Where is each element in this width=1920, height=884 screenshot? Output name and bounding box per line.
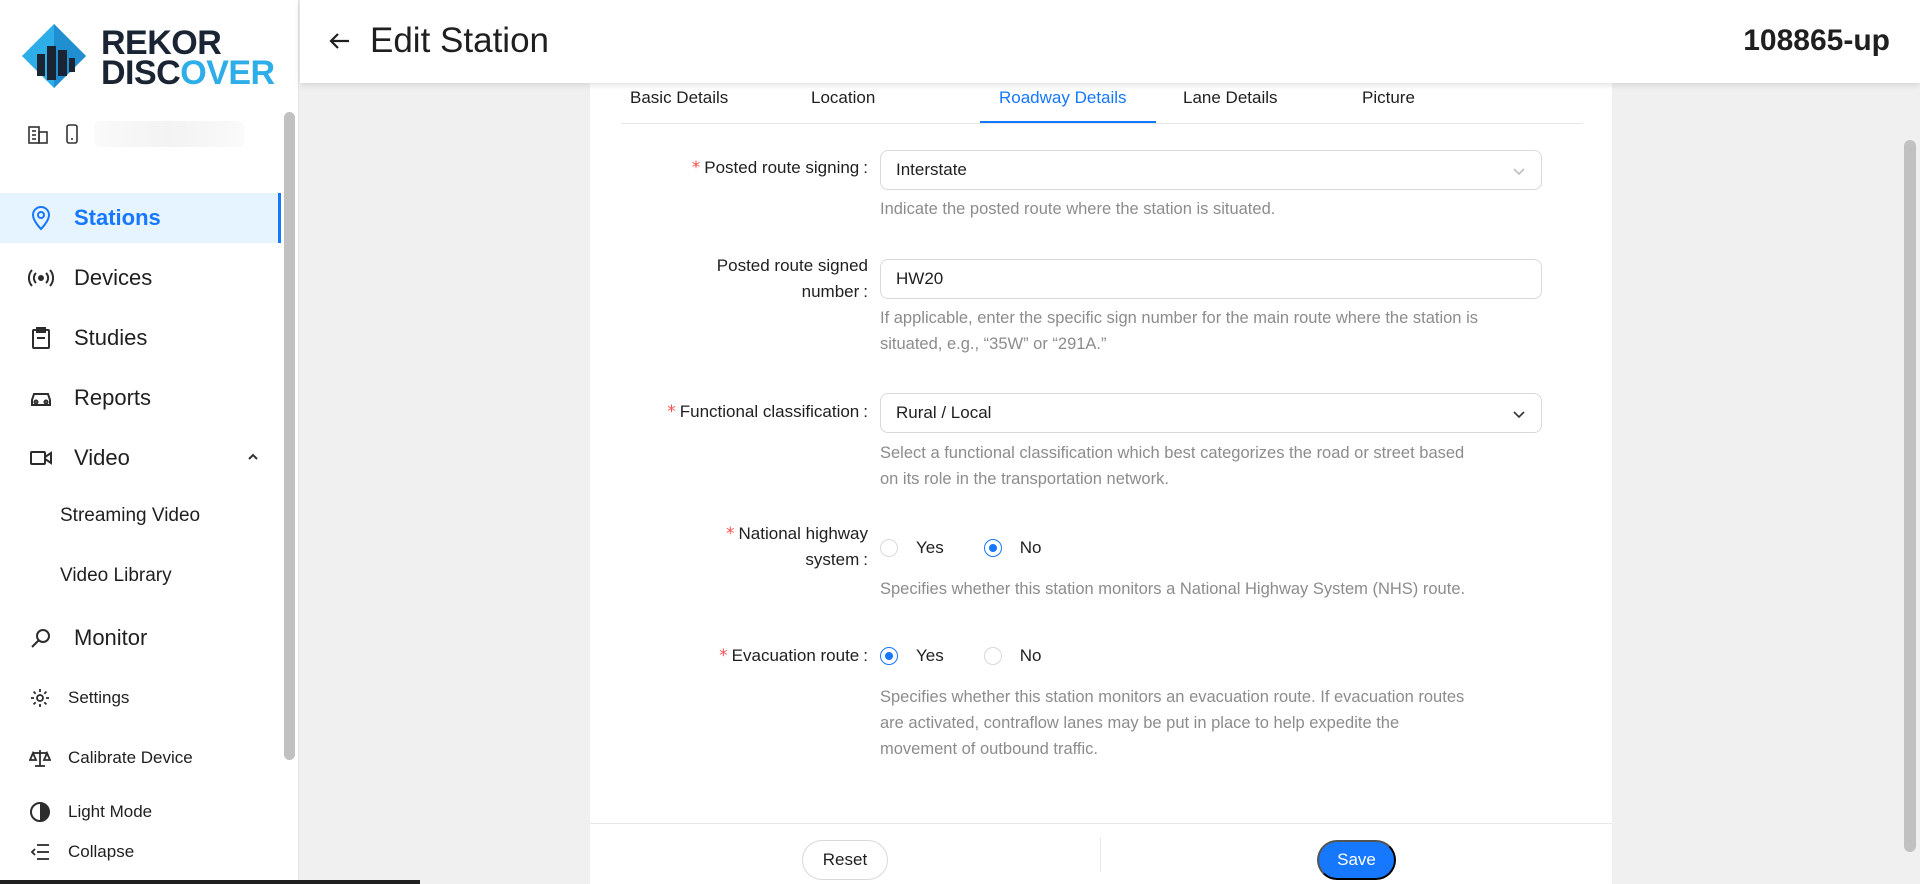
sidebar-item-label: Settings xyxy=(68,688,130,707)
tab-basic-details[interactable]: Basic Details xyxy=(630,88,728,108)
evacuation-route-help: Specifies whether this station monitors … xyxy=(880,688,1465,758)
tab-bar: Basic Details Location Roadway Details L… xyxy=(621,83,1583,124)
functional-classification-label: * Functional classification: xyxy=(667,402,868,422)
phone-icon xyxy=(60,122,84,146)
sidebar-item-settings[interactable]: Settings xyxy=(0,678,282,718)
sidebar-item-calibrate-device[interactable]: Calibrate Device xyxy=(0,738,282,778)
radio-circle xyxy=(983,647,1002,665)
rekor-discover-logo[interactable]: REKOR DISCOVER xyxy=(20,22,284,90)
required-marker: * xyxy=(719,646,728,666)
sidebar-item-label: Studies xyxy=(74,325,148,350)
page-header: Edit Station 108865-up xyxy=(300,0,1920,83)
clipboard-icon xyxy=(28,325,54,351)
station-id: 108865-up xyxy=(1743,24,1890,57)
posted-route-number-input[interactable]: HW20 xyxy=(880,259,1542,299)
brand-line2: DISCOVER xyxy=(101,54,275,92)
tab-lane-details[interactable]: Lane Details xyxy=(1183,88,1278,108)
evacuation-route-no-radio[interactable]: No xyxy=(983,646,1041,666)
national-highway-yes-radio[interactable]: Yes xyxy=(880,538,944,558)
tab-location[interactable]: Location xyxy=(811,88,875,108)
page-title: Edit Station xyxy=(370,21,549,60)
sidebar-item-label: Collapse xyxy=(68,842,135,861)
selected-value: Rural / Local xyxy=(896,403,992,422)
contrast-icon xyxy=(29,801,51,823)
selected-value: Interstate xyxy=(896,160,967,179)
required-marker: * xyxy=(726,524,735,544)
national-highway-no-radio[interactable]: No xyxy=(983,538,1041,558)
collapse-sidebar-button[interactable]: Collapse xyxy=(0,832,282,872)
organization-name-redacted xyxy=(94,121,244,147)
radio-circle-selected xyxy=(983,539,1002,557)
sidebar: REKOR DISCOVER Stations Devices Studies xyxy=(0,0,299,884)
chevron-down-icon xyxy=(1513,168,1525,176)
national-highway-label: * National highway system: xyxy=(726,524,868,569)
collapse-menu-icon xyxy=(29,841,51,863)
functional-classification-help: Select a functional classification which… xyxy=(880,444,1465,488)
evacuation-route-label: * Evacuation route: xyxy=(719,646,868,666)
building-icon xyxy=(26,122,50,146)
input-value: HW20 xyxy=(896,269,944,288)
sidebar-item-studies[interactable]: Studies xyxy=(0,313,282,363)
form-footer: Reset Save xyxy=(590,823,1612,884)
sidebar-item-video[interactable]: Video xyxy=(0,433,282,483)
back-arrow-icon[interactable] xyxy=(327,28,353,54)
sidebar-item-label: Calibrate Device xyxy=(68,748,193,767)
sidebar-item-video-library[interactable]: Video Library xyxy=(60,565,172,587)
active-tab-indicator xyxy=(980,121,1156,123)
tab-roadway-details[interactable]: Roadway Details xyxy=(999,88,1127,108)
posted-route-signing-label: * Posted route signing: xyxy=(691,158,868,178)
sidebar-item-label: Devices xyxy=(74,265,153,290)
evacuation-route-yes-radio[interactable]: Yes xyxy=(880,646,944,666)
sidebar-item-streaming-video[interactable]: Streaming Video xyxy=(60,505,200,527)
organization-selector[interactable] xyxy=(26,118,266,150)
sidebar-scrollbar[interactable] xyxy=(284,112,295,760)
evacuation-route-radio-group: Yes No xyxy=(880,643,1081,669)
main-scrollbar[interactable] xyxy=(1904,140,1916,852)
radio-circle-selected xyxy=(880,647,898,665)
video-camera-icon xyxy=(28,445,54,471)
radio-circle xyxy=(880,539,898,557)
sidebar-item-reports[interactable]: Reports xyxy=(0,373,282,423)
required-marker: * xyxy=(667,402,676,422)
sidebar-item-label: Light Mode xyxy=(68,802,153,821)
chevron-up-icon[interactable] xyxy=(244,448,262,466)
functional-classification-select[interactable]: Rural / Local xyxy=(880,393,1542,433)
posted-route-number-help: If applicable, enter the specific sign n… xyxy=(880,309,1478,353)
edit-station-form: Basic Details Location Roadway Details L… xyxy=(590,83,1612,884)
logo-mark-icon xyxy=(22,24,86,88)
light-mode-toggle[interactable]: Light Mode xyxy=(0,792,282,832)
search-icon xyxy=(28,625,54,651)
broadcast-icon xyxy=(28,265,54,291)
sidebar-item-label: Reports xyxy=(74,385,152,410)
national-highway-help: Specifies whether this station monitors … xyxy=(880,580,1466,598)
map-pin-icon xyxy=(28,205,54,231)
sidebar-item-label: Monitor xyxy=(74,625,148,650)
sidebar-item-monitor[interactable]: Monitor xyxy=(0,613,282,663)
reset-button[interactable]: Reset xyxy=(802,840,888,880)
scale-icon xyxy=(29,747,51,769)
gear-icon xyxy=(29,687,51,709)
sidebar-item-label: Stations xyxy=(74,205,161,230)
save-button[interactable]: Save xyxy=(1317,840,1396,880)
car-icon xyxy=(28,385,54,411)
sidebar-item-stations[interactable]: Stations xyxy=(0,193,281,243)
chevron-down-icon xyxy=(1513,411,1525,419)
bottom-edge-bar xyxy=(0,880,420,884)
sidebar-item-label: Video xyxy=(74,445,130,470)
posted-route-signing-select[interactable]: Interstate xyxy=(880,150,1542,190)
tab-picture[interactable]: Picture xyxy=(1362,88,1415,108)
national-highway-radio-group: Yes No xyxy=(880,535,1081,561)
footer-divider xyxy=(1100,838,1101,872)
sidebar-item-devices[interactable]: Devices xyxy=(0,253,282,303)
posted-route-signing-help: Indicate the posted route where the stat… xyxy=(880,200,1276,218)
required-marker: * xyxy=(691,158,701,178)
posted-route-number-label: Posted route signed number: xyxy=(716,256,868,301)
